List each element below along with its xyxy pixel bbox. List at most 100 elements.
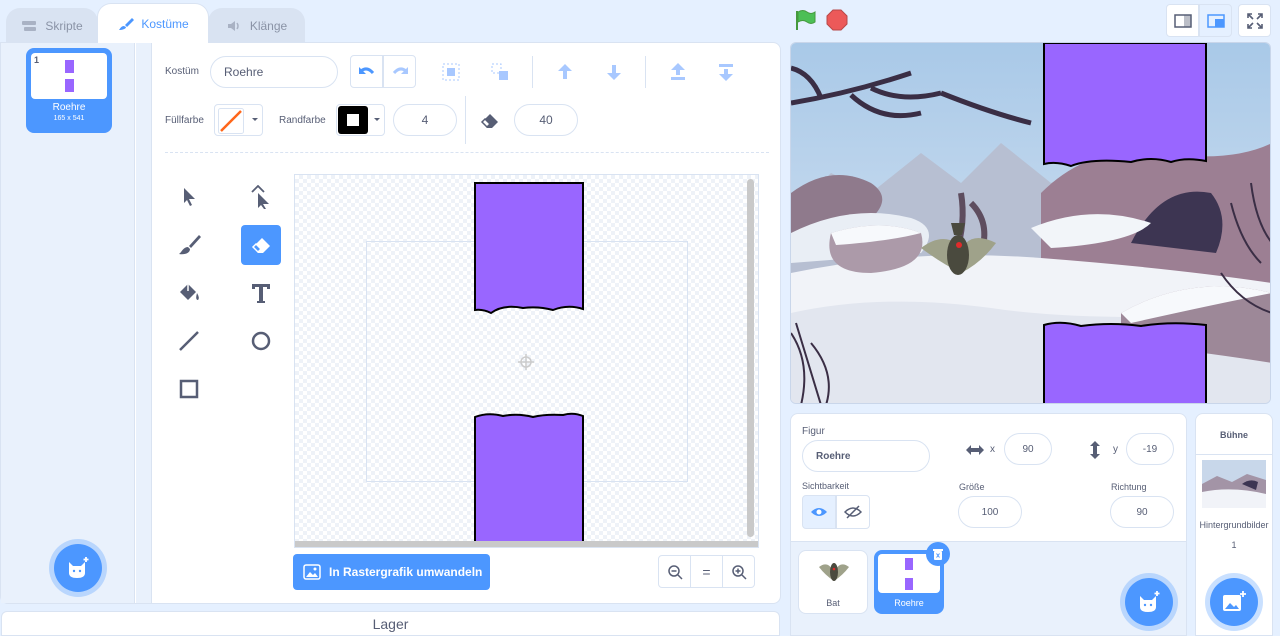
- pipe-bottom-shape[interactable]: [473, 411, 585, 548]
- outline-color-picker[interactable]: [336, 104, 385, 136]
- zoom-reset-button[interactable]: =: [690, 555, 723, 588]
- group-button[interactable]: [440, 61, 462, 83]
- group-icon: [442, 63, 460, 81]
- direction-label: Richtung: [1111, 482, 1147, 492]
- small-stage-button[interactable]: [1166, 4, 1199, 37]
- eraser-icon: [480, 114, 498, 129]
- y-label: y: [1113, 444, 1118, 455]
- costume-number: 1: [34, 55, 40, 65]
- outline-swatch-inner: [347, 114, 359, 126]
- tool-fill[interactable]: [169, 273, 209, 313]
- convert-to-bitmap-button[interactable]: In Rastergrafik umwandeln: [293, 554, 490, 590]
- convert-label: In Rastergrafik umwandeln: [329, 565, 483, 579]
- rectangle-icon: [179, 379, 199, 399]
- zoom-in-button[interactable]: [722, 555, 755, 588]
- chevron-down-icon: [252, 118, 258, 121]
- back-button[interactable]: [715, 61, 737, 83]
- vertical-scrollbar[interactable]: [747, 179, 754, 537]
- redo-button[interactable]: [383, 55, 416, 88]
- tool-circle[interactable]: [241, 321, 281, 361]
- sprite-name-input[interactable]: Roehre: [802, 440, 930, 472]
- circle-icon: [251, 331, 271, 351]
- outline-width-input[interactable]: 4: [393, 104, 457, 136]
- ungroup-button[interactable]: [489, 61, 511, 83]
- normal-stage-button[interactable]: [1199, 4, 1232, 37]
- choose-sprite-button[interactable]: [1125, 578, 1173, 626]
- cat-add-icon: [1140, 591, 1160, 612]
- stop-button[interactable]: [825, 8, 849, 32]
- speaker-icon: [227, 20, 239, 31]
- paint-canvas[interactable]: [294, 174, 759, 548]
- horizontal-scrollbar[interactable]: [295, 541, 758, 547]
- line-icon: [179, 331, 199, 351]
- costume-size: 165 x 541: [53, 115, 85, 122]
- show-sprite-button[interactable]: [802, 495, 836, 529]
- visibility-label: Sichtbarkeit: [802, 481, 850, 491]
- fill-color-label: Füllfarbe: [165, 115, 204, 126]
- zoom-in-icon: [731, 564, 747, 580]
- sprite-name: Bat: [826, 598, 840, 608]
- eraser-icon: [251, 238, 270, 254]
- costume-list-scrollbar[interactable]: [136, 43, 152, 603]
- tool-brush[interactable]: [169, 225, 209, 265]
- y-input[interactable]: -19: [1126, 433, 1174, 465]
- tab-label: Skripte: [45, 18, 83, 33]
- eye-icon: [811, 508, 827, 516]
- pipe-bottom-thumb: [65, 79, 74, 92]
- outline-color-label: Randfarbe: [279, 115, 326, 126]
- tab-label: Kostüme: [141, 16, 189, 31]
- choose-costume-button[interactable]: [54, 544, 102, 592]
- green-flag-icon: [796, 10, 816, 30]
- tool-reshape[interactable]: [241, 177, 281, 217]
- forward-button[interactable]: [554, 61, 576, 83]
- sprite-tile-bat[interactable]: Bat: [798, 550, 868, 614]
- x-input[interactable]: 90: [1004, 433, 1052, 465]
- ungroup-icon: [491, 63, 508, 80]
- hide-sprite-button[interactable]: [836, 495, 870, 529]
- delete-sprite-button[interactable]: [926, 542, 950, 566]
- costume-name-input[interactable]: Roehre: [210, 56, 338, 88]
- winter-backdrop: [791, 43, 1270, 403]
- fill-color-picker[interactable]: [214, 104, 263, 136]
- front-button[interactable]: [667, 61, 689, 83]
- undo-icon: [358, 66, 374, 74]
- normal-stage-icon: [1206, 13, 1225, 28]
- backdrops-count: 1: [1231, 540, 1237, 550]
- tool-eraser[interactable]: [241, 225, 281, 265]
- tab-costumes[interactable]: Kostüme: [97, 3, 209, 43]
- zoom-out-button[interactable]: [658, 555, 691, 588]
- code-blocks-icon: [22, 20, 37, 31]
- arrow-cursor-icon: [184, 188, 195, 206]
- zoom-out-icon: [667, 564, 683, 580]
- stage-canvas[interactable]: [790, 42, 1271, 404]
- choose-backdrop-button[interactable]: [1210, 578, 1258, 626]
- tool-select[interactable]: [169, 177, 209, 217]
- cat-add-icon: [69, 557, 89, 578]
- green-flag-button[interactable]: [793, 8, 817, 32]
- tab-scripts[interactable]: Skripte: [6, 8, 98, 42]
- backpack-bar[interactable]: Lager: [1, 611, 780, 636]
- redo-icon: [392, 66, 408, 74]
- pipe-top-shape[interactable]: [473, 182, 585, 316]
- tool-text[interactable]: [241, 273, 281, 313]
- backdrops-label: Hintergrundbilder: [1199, 520, 1269, 530]
- pipe-top-thumb: [905, 558, 913, 570]
- paint-bucket-icon: [180, 284, 199, 300]
- tool-rectangle[interactable]: [169, 369, 209, 409]
- direction-input[interactable]: 90: [1110, 496, 1174, 528]
- eraser-size-input[interactable]: 40: [514, 104, 578, 136]
- arrow-down-icon: [607, 65, 621, 80]
- eraser-size-icon-wrap: [478, 108, 502, 132]
- backward-button[interactable]: [603, 61, 625, 83]
- tool-line[interactable]: [169, 321, 209, 361]
- backdrop-thumbnail: [1202, 460, 1266, 508]
- undo-button[interactable]: [350, 55, 383, 88]
- small-stage-icon: [1173, 13, 1192, 28]
- fullscreen-icon: [1246, 12, 1263, 29]
- stage-panel-title: Bühne: [1220, 430, 1248, 440]
- fullscreen-button[interactable]: [1238, 4, 1271, 37]
- costume-item-roehre[interactable]: 1 Roehre 165 x 541: [26, 48, 112, 133]
- size-input[interactable]: 100: [958, 496, 1022, 528]
- tab-sounds[interactable]: Klänge: [208, 8, 305, 42]
- sprite-tile-roehre[interactable]: Roehre: [874, 542, 950, 614]
